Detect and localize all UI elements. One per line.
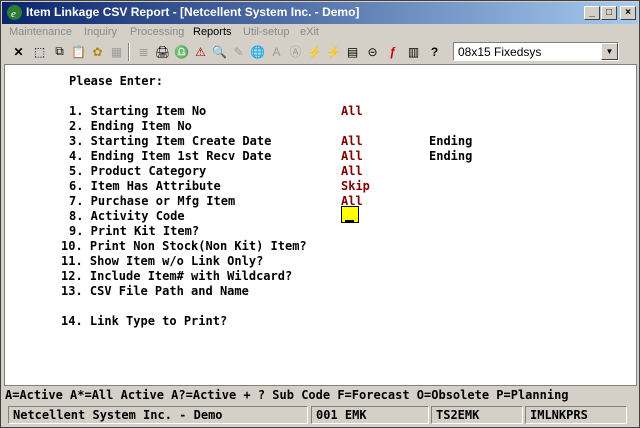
svg-text:e: e — [11, 8, 16, 20]
title-bar[interactable]: e Item Linkage CSV Report - [Netcellent … — [2, 2, 638, 24]
menu-reports[interactable]: Reports — [193, 26, 232, 38]
function-icon[interactable]: ƒ — [383, 42, 402, 61]
help-icon[interactable]: ? — [425, 42, 444, 61]
field-label-starting-create-date: 3. Starting Item Create Date — [69, 134, 272, 148]
find-icon[interactable]: ♎ — [172, 42, 191, 61]
minimize-button[interactable]: _ — [584, 6, 600, 20]
field-label-activity-code: 8. Activity Code — [69, 209, 185, 223]
status-program: IMLNKPRS — [525, 406, 627, 424]
field-label-include-wildcard: 12. Include Item# with Wildcard? — [61, 269, 293, 283]
select-icon[interactable]: ⬚ — [30, 42, 49, 61]
paste-icon[interactable]: 📋 — [69, 42, 88, 61]
field-value-item-has-attribute[interactable]: Skip — [341, 179, 370, 193]
field-label-ending-item-no: 2. Ending Item No — [69, 119, 192, 133]
menu-bar: Maintenance Inquiry Processing Reports U… — [2, 24, 638, 41]
maximize-button[interactable]: □ — [601, 6, 617, 20]
status-user: 001 EMK — [311, 406, 429, 424]
field-label-product-category: 5. Product Category — [69, 164, 207, 178]
list-icon[interactable]: ≣ — [134, 42, 153, 61]
field-label-item-has-attribute: 6. Item Has Attribute — [69, 179, 221, 193]
run-icon[interactable]: ⚡ — [305, 42, 324, 61]
notes-icon[interactable]: ▥ — [404, 42, 423, 61]
quick-icon[interactable]: ⚡ — [324, 42, 343, 61]
menu-util-setup[interactable]: Util-setup — [243, 26, 289, 38]
status-station: TS2EMK — [431, 406, 523, 424]
menu-exit[interactable]: eXit — [300, 26, 319, 38]
copy-icon[interactable]: ⧉ — [50, 42, 69, 61]
status-company: Netcellent System Inc. - Demo — [8, 406, 308, 424]
menu-inquiry[interactable]: Inquiry — [84, 26, 117, 38]
field-label-ending-recv-date: 4. Ending Item 1st Recv Date — [69, 149, 272, 163]
print-icon[interactable]: 🖨 — [153, 42, 172, 61]
field-label-print-kit-item: 9. Print Kit Item? — [69, 224, 200, 238]
menu-processing[interactable]: Processing — [130, 26, 184, 38]
hint-bar: A=Active A*=All Active A?=Active + ? Sub… — [3, 387, 637, 403]
field-value-product-category[interactable]: All — [341, 164, 363, 178]
status-bar: Netcellent System Inc. - Demo 001 EMK TS… — [3, 404, 637, 426]
field-label-purchase-or-mfg: 7. Purchase or Mfg Item — [69, 194, 236, 208]
settings-icon[interactable]: ✿ — [88, 42, 107, 61]
zoom-icon[interactable]: 🔍 — [210, 42, 229, 61]
calculator-icon[interactable]: ▤ — [343, 42, 362, 61]
field-extra-ending-create-date: Ending — [429, 134, 473, 148]
alert-icon[interactable]: ⚠ — [191, 42, 210, 61]
web-icon[interactable]: 🌐 — [248, 42, 267, 61]
field-value-starting-create-date[interactable]: All — [341, 134, 363, 148]
text-cursor — [345, 220, 354, 222]
field-label-print-non-stock: 10. Print Non Stock(Non Kit) Item? — [61, 239, 307, 253]
toolbar-separator — [128, 43, 130, 61]
field-value-ending-recv-date[interactable]: All — [341, 149, 363, 163]
font-select[interactable]: 08x15 Fixedsys — [453, 42, 619, 61]
menu-maintenance[interactable]: Maintenance — [9, 26, 72, 38]
format-icon[interactable]: Ⓐ — [286, 42, 305, 61]
save-icon[interactable]: ▦ — [107, 42, 126, 61]
app-icon: e — [7, 5, 22, 20]
chevron-down-icon[interactable]: ▼ — [601, 43, 618, 60]
edit-icon[interactable]: ✎ — [229, 42, 248, 61]
field-label-csv-file-path: 13. CSV File Path and Name — [61, 284, 249, 298]
form-heading: Please Enter: — [69, 74, 163, 88]
field-extra-ending-recv-date: Ending — [429, 149, 473, 163]
link-icon[interactable]: ⊝ — [363, 42, 382, 61]
field-value-starting-item-no[interactable]: All — [341, 104, 363, 118]
field-label-link-type: 14. Link Type to Print? — [61, 314, 228, 328]
app-window: e Item Linkage CSV Report - [Netcellent … — [0, 0, 640, 428]
field-label-show-item-wo-link: 11. Show Item w/o Link Only? — [61, 254, 264, 268]
text-tool-icon[interactable]: A — [267, 42, 286, 61]
report-form: Please Enter: 1. Starting Item No All 2.… — [4, 64, 637, 386]
field-label-starting-item-no: 1. Starting Item No — [69, 104, 207, 118]
window-title: Item Linkage CSV Report - [Netcellent Sy… — [26, 5, 360, 19]
close-button[interactable]: × — [620, 6, 636, 20]
close-x-icon[interactable]: ✕ — [9, 42, 28, 61]
